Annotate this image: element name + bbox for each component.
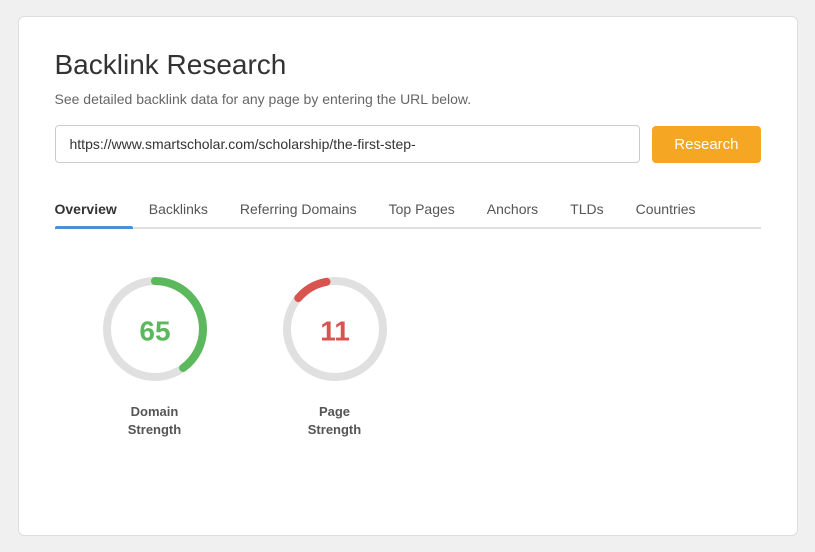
search-row: Research xyxy=(55,125,761,163)
page-strength-value: 11 xyxy=(320,315,350,346)
page-strength-label: PageStrength xyxy=(308,403,361,439)
page-title: Backlink Research xyxy=(55,49,761,81)
page-strength-gauge: 11 PageStrength xyxy=(275,269,395,439)
tab-countries[interactable]: Countries xyxy=(620,191,712,227)
tab-backlinks[interactable]: Backlinks xyxy=(133,191,224,227)
url-input[interactable] xyxy=(55,125,641,163)
page-strength-svg: 11 xyxy=(275,269,395,389)
main-card: Backlink Research See detailed backlink … xyxy=(18,16,798,536)
tab-overview[interactable]: Overview xyxy=(55,191,133,227)
tabs-nav: Overview Backlinks Referring Domains Top… xyxy=(55,191,761,229)
domain-strength-gauge: 65 DomainStrength xyxy=(95,269,215,439)
gauges-section: 65 DomainStrength 11 PageStrength xyxy=(55,269,761,439)
domain-strength-label: DomainStrength xyxy=(128,403,181,439)
domain-strength-value: 65 xyxy=(139,315,170,346)
tab-tlds[interactable]: TLDs xyxy=(554,191,619,227)
tab-referring-domains[interactable]: Referring Domains xyxy=(224,191,373,227)
subtitle: See detailed backlink data for any page … xyxy=(55,91,761,107)
tab-anchors[interactable]: Anchors xyxy=(471,191,554,227)
tab-top-pages[interactable]: Top Pages xyxy=(373,191,471,227)
research-button[interactable]: Research xyxy=(652,126,760,163)
domain-strength-svg: 65 xyxy=(95,269,215,389)
